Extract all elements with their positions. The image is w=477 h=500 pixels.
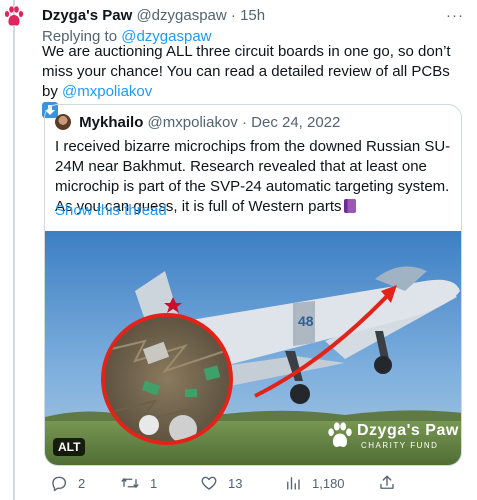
brand-subtitle: CHARITY FUND: [361, 441, 439, 450]
author-name[interactable]: Dzyga's Paw: [42, 7, 132, 24]
separator-dot: ·: [230, 7, 236, 24]
author-handle[interactable]: @dzygaspaw: [136, 7, 226, 24]
quoted-tweet[interactable]: Mykhailo @mxpoliakov · Dec 24, 2022 I re…: [44, 104, 462, 466]
share-action[interactable]: [378, 474, 406, 494]
tweet-time[interactable]: 15h: [240, 7, 265, 24]
share-icon: [380, 475, 394, 489]
thread-line: [13, 0, 15, 500]
tweet-actions: 2 1 13 1,180: [42, 474, 470, 494]
paw-logo-icon: [328, 422, 352, 448]
quote-header: Mykhailo @mxpoliakov · Dec 24, 2022: [55, 113, 340, 133]
reply-action[interactable]: 2: [50, 474, 85, 494]
mention-link[interactable]: @mxpoliakov: [62, 83, 152, 100]
like-count: 13: [228, 476, 243, 491]
paw-avatar-icon[interactable]: [4, 6, 24, 28]
reply-count: 2: [78, 476, 86, 491]
alt-text-badge[interactable]: ALT: [53, 438, 86, 456]
media-brand-watermark: Dzyga's Paw CHARITY FUND: [323, 418, 458, 458]
purple-book-icon: [343, 199, 356, 213]
quote-author-name[interactable]: Mykhailo: [79, 114, 143, 131]
quote-author-handle[interactable]: @mxpoliakov: [148, 114, 238, 131]
heart-icon: [201, 476, 217, 490]
retweet-icon: [121, 477, 139, 489]
reply-icon: [52, 476, 67, 492]
retweet-count: 1: [150, 476, 158, 491]
views-action[interactable]: 1,180: [284, 474, 345, 494]
show-thread-link[interactable]: Show this thread: [55, 201, 167, 221]
tweet-header: Dzyga's Paw @dzygaspaw · 15h ···: [42, 6, 470, 26]
more-options-icon[interactable]: ···: [446, 6, 464, 26]
retweet-action[interactable]: 1: [120, 474, 157, 494]
quote-media-image[interactable]: 48 ALT Dzyga's Paw CHARITY FUND: [45, 231, 461, 465]
analytics-icon: [287, 477, 300, 490]
quote-separator: ·: [241, 114, 247, 131]
views-count: 1,180: [312, 476, 345, 491]
quote-date[interactable]: Dec 24, 2022: [251, 114, 340, 131]
quote-avatar[interactable]: [55, 114, 71, 130]
brand-name: Dzyga's Paw: [357, 422, 459, 439]
like-action[interactable]: 13: [200, 474, 242, 494]
svg-text:48: 48: [298, 313, 314, 329]
